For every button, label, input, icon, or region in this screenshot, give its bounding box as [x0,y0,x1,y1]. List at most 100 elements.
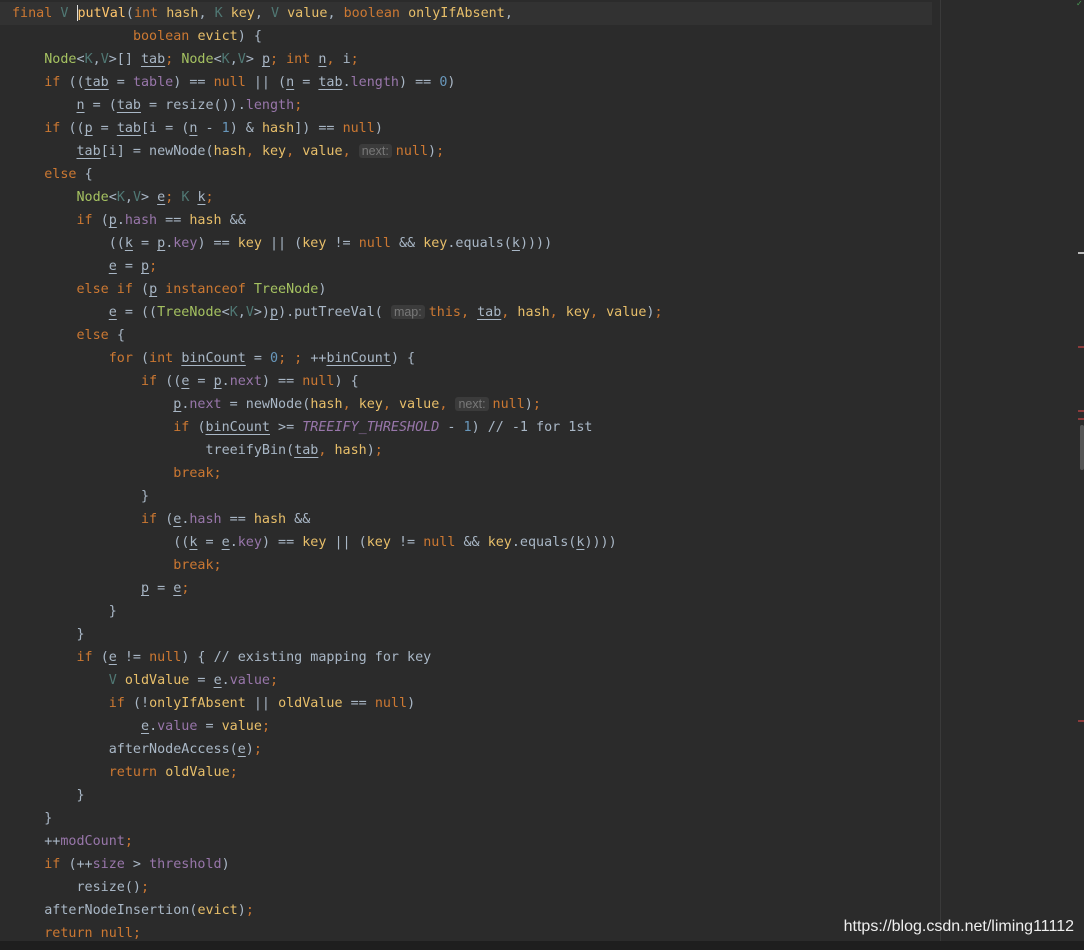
code-token: p [141,581,150,596]
code-line[interactable]: if (binCount >= TREEIFY_THRESHOLD - 1) /… [12,416,932,439]
code-token: p [270,305,279,320]
code-token: ; [165,190,182,205]
code-line[interactable]: } [12,600,932,623]
code-line[interactable]: if ((p = tab[i = (n - 1) & hash]) == nul… [12,117,932,140]
code-token: 1 [221,121,230,136]
code-token: tab [116,98,141,113]
code-line[interactable]: Node<K,V>[] tab; Node<K,V> p; int n, i; [12,48,932,71]
code-token: key [358,397,383,412]
code-line[interactable]: if ((tab = table) == null || (n = tab.le… [12,71,932,94]
code-token: ) { [237,29,262,44]
code-line[interactable]: if (!onlyIfAbsent || oldValue == null) [12,692,932,715]
code-line[interactable]: } [12,784,932,807]
code-token: ) [471,420,488,435]
code-token: key [230,6,255,21]
bottom-bar [0,941,1084,950]
code-token: (++ [68,857,93,872]
code-line[interactable]: else { [12,163,932,186]
code-line[interactable]: treeifyBin(tab, hash); [12,439,932,462]
code-token: , [382,397,399,412]
code-line[interactable]: break; [12,462,932,485]
code-line[interactable]: p = e; [12,577,932,600]
code-token: tab [318,75,343,90]
code-token: && [221,213,246,228]
code-line[interactable]: else { [12,324,932,347]
code-line[interactable]: return oldValue; [12,761,932,784]
code-token: == [221,512,254,527]
code-token: = [245,351,270,366]
code-token: ( [100,650,109,665]
code-line[interactable]: ((k = p.key) == key || (key != null && k… [12,232,932,255]
code-line[interactable]: tab[i] = newNode(hash, key, value, next:… [12,140,932,163]
code-token: , [342,144,359,159]
code-token: i [342,52,351,67]
code-token: = newNode( [221,397,311,412]
code-line[interactable]: resize(); [12,876,932,899]
code-line[interactable]: p.next = newNode(hash, key, value, next:… [12,393,932,416]
code-token: ; [124,834,133,849]
code-line[interactable]: if (e.hash == hash && [12,508,932,531]
code-token: k [511,236,520,251]
code-line[interactable]: else if (p instanceof TreeNode) [12,278,932,301]
code-line[interactable]: final V putVal(int hash, K key, V value,… [0,2,932,25]
code-token: int [149,351,182,366]
code-line[interactable]: ++modCount; [12,830,932,853]
code-token: tab [294,443,319,458]
code-token: length [350,75,399,90]
code-token: if [76,213,101,228]
code-line[interactable]: } [12,623,932,646]
code-line[interactable]: if (e != null) { // existing mapping for… [12,646,932,669]
code-line[interactable]: afterNodeAccess(e); [12,738,932,761]
code-editor[interactable]: final V putVal(int hash, K key, V value,… [0,0,1084,950]
code-line[interactable]: } [12,485,932,508]
code-line[interactable]: n = (tab = resize()).length; [12,94,932,117]
code-line[interactable]: e.value = value; [12,715,932,738]
code-line[interactable]: e = p; [12,255,932,278]
error-stripe-gutter[interactable]: ✓ [1076,0,1084,950]
code-area[interactable]: final V putVal(int hash, K key, V value,… [0,2,932,945]
scrollbar-thumb[interactable] [1080,425,1084,470]
code-line[interactable]: if (++size > threshold) [12,853,932,876]
code-line[interactable]: if (p.hash == hash && [12,209,932,232]
code-token: value [399,397,440,412]
code-line[interactable]: boolean evict) { [12,25,932,48]
right-margin-guide [940,0,941,950]
code-token: hash [517,305,550,320]
code-line[interactable]: afterNodeInsertion(evict); [12,899,932,922]
code-token: .equals( [511,535,577,550]
code-token: hash [166,6,199,21]
code-token: putVal [77,6,126,21]
code-token: length [245,98,295,113]
code-token: ) [237,903,246,918]
code-line[interactable]: for (int binCount = 0; ; ++binCount) { [12,347,932,370]
code-token: 0 [270,351,279,366]
code-token: ; [294,98,303,113]
code-token: >) [253,305,270,320]
code-token: , [237,305,246,320]
code-line[interactable]: Node<K,V> e; K k; [12,186,932,209]
code-line[interactable]: } [12,807,932,830]
code-token: ( [197,420,206,435]
code-line[interactable]: break; [12,554,932,577]
code-token: value [302,144,343,159]
code-line[interactable]: e = ((TreeNode<K,V>)p).putTreeVal( map: t… [12,301,932,324]
code-token: // existing mapping for key [213,650,432,665]
code-line[interactable]: if ((e = p.next) == null) { [12,370,932,393]
code-token: > [141,190,158,205]
code-token: , [327,6,344,21]
code-line[interactable]: V oldValue = e.value; [12,669,932,692]
code-token: ]) == [294,121,343,136]
code-line[interactable]: ((k = e.key) == key || (key != null && k… [12,531,932,554]
code-token: hash [310,397,343,412]
code-token: = ( [84,98,117,113]
code-token: ) [407,696,416,711]
